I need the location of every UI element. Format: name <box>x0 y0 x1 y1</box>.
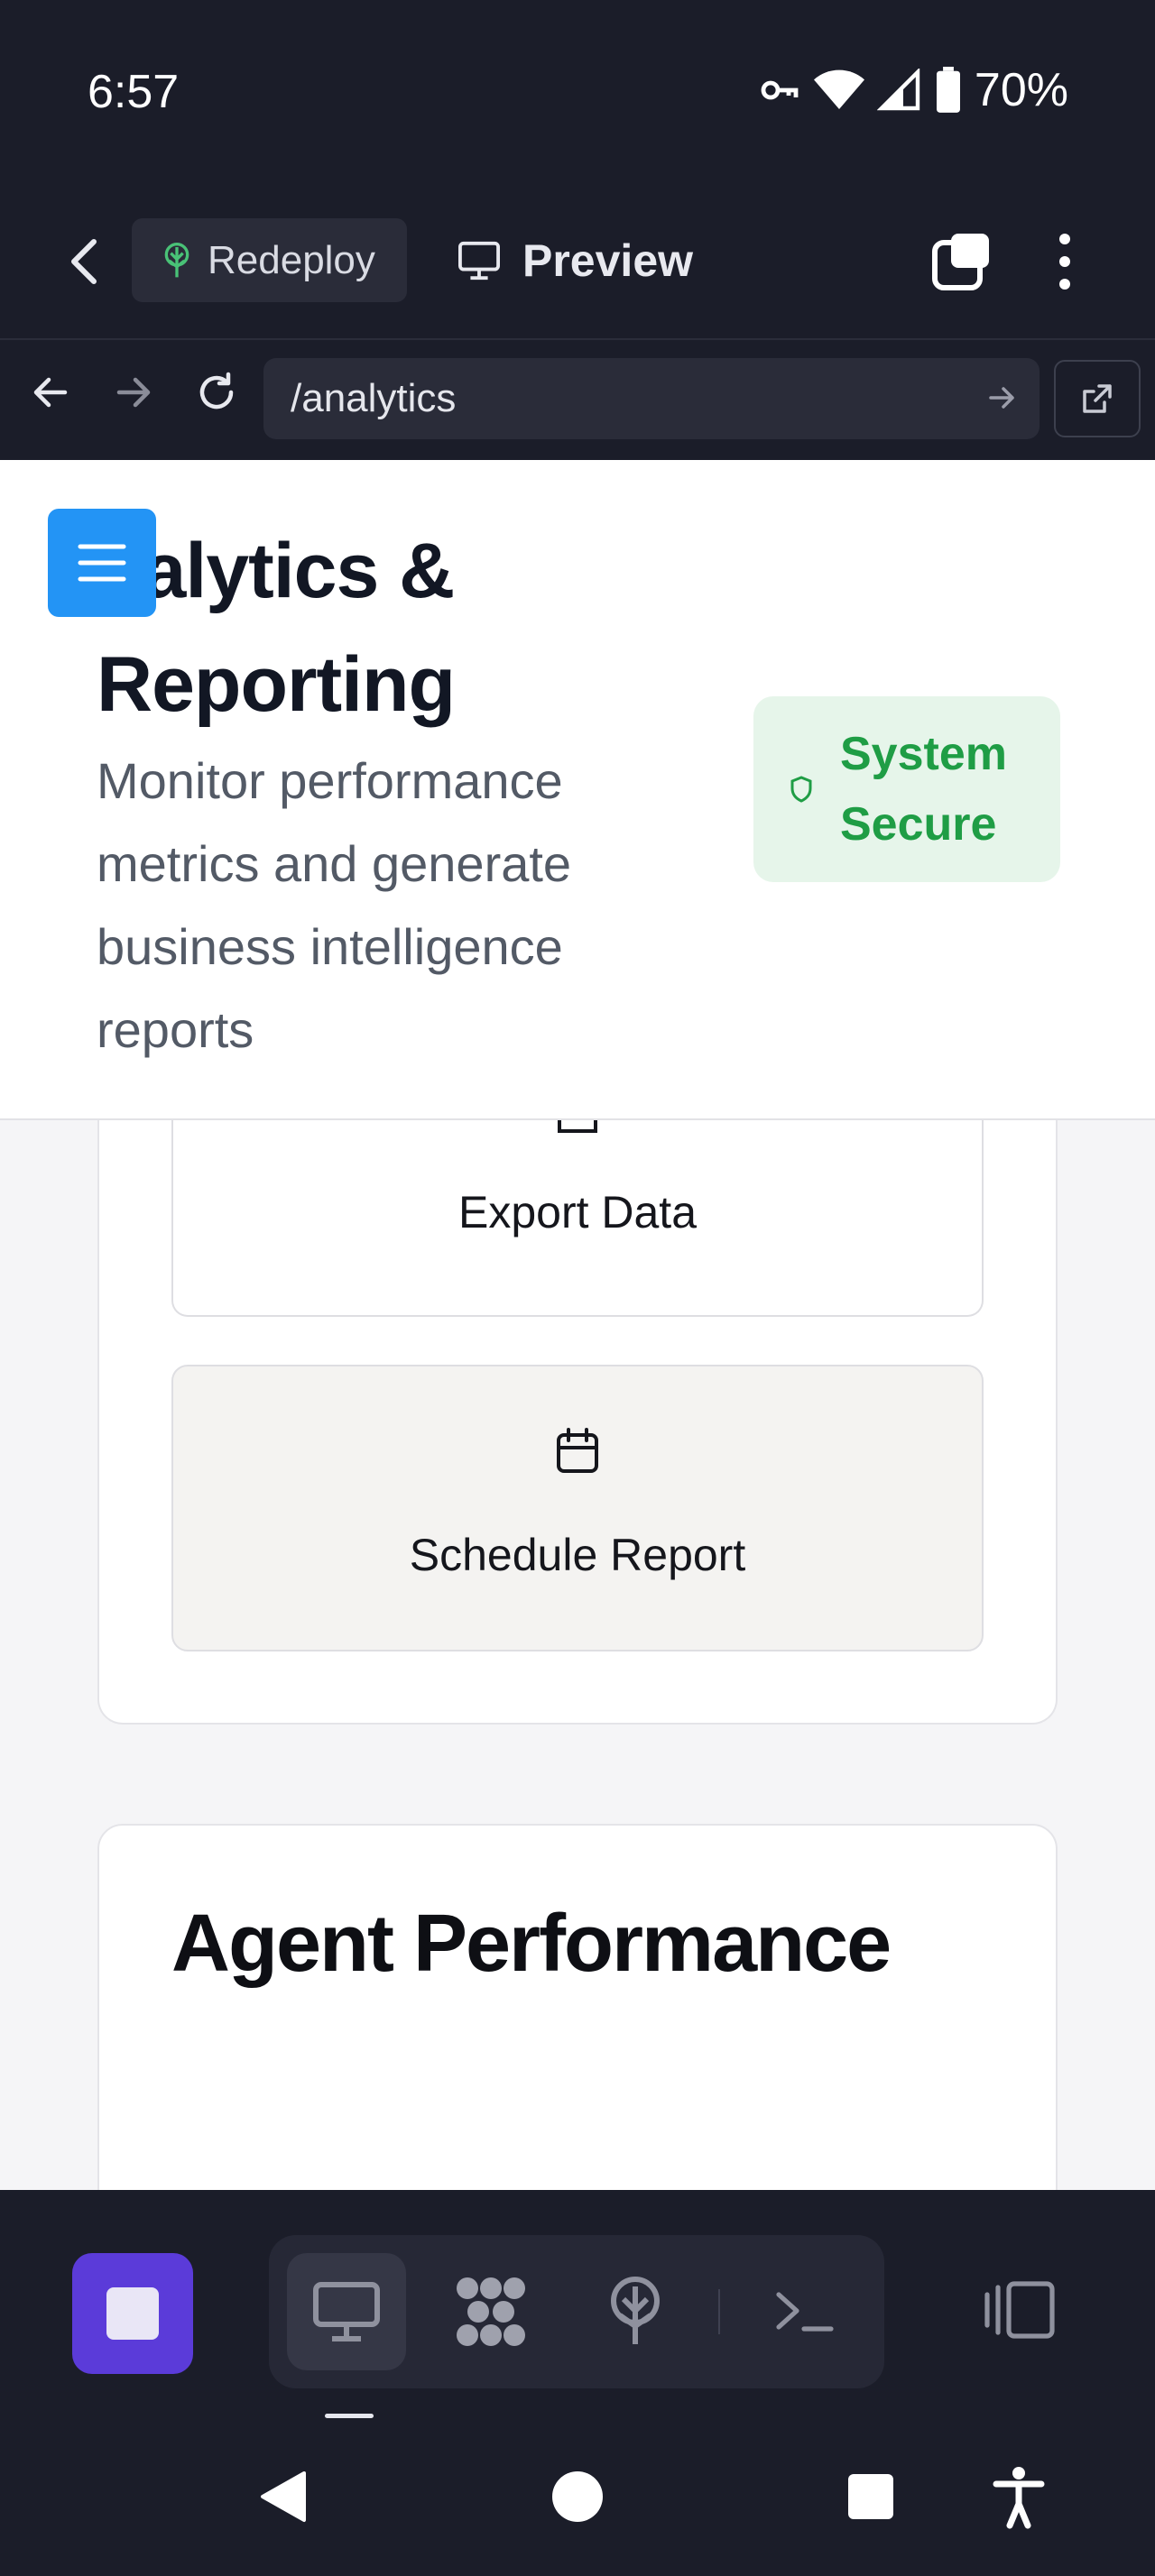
accessibility-button[interactable] <box>993 2466 1045 2534</box>
schedule-report-button[interactable]: Schedule Report <box>171 1365 984 1651</box>
stop-icon <box>106 2287 159 2340</box>
preview-tab[interactable]: Preview <box>456 218 693 302</box>
arrow-right-icon <box>116 377 151 408</box>
panel-toggle-button[interactable] <box>984 2280 1056 2344</box>
agents-view-button[interactable] <box>431 2253 550 2370</box>
status-bar: 6:57 70% <box>0 0 1155 185</box>
hamburger-menu-button[interactable] <box>48 509 156 617</box>
browser-back-button[interactable] <box>23 365 78 419</box>
deploy-tree-icon <box>611 2277 660 2344</box>
url-input[interactable]: /analytics <box>263 358 1040 439</box>
system-recents-button[interactable] <box>846 2470 895 2528</box>
tabs-icon <box>932 234 989 290</box>
preview-label: Preview <box>522 235 694 286</box>
go-arrow-icon[interactable] <box>982 378 1021 418</box>
browser-bar: /analytics <box>0 338 1155 460</box>
more-vertical-icon <box>1059 234 1070 290</box>
dock-separator <box>718 2289 720 2334</box>
system-back-button[interactable] <box>257 2470 308 2528</box>
vpn-key-icon <box>761 80 799 100</box>
external-link-icon <box>1083 384 1112 413</box>
shield-icon <box>790 776 812 803</box>
battery-icon <box>936 67 960 113</box>
system-navigation-bar <box>0 2424 1155 2576</box>
monitor-icon <box>458 241 500 280</box>
url-text: /analytics <box>291 376 457 420</box>
triangle-back-icon <box>261 2471 306 2522</box>
system-secure-badge: System Secure <box>753 696 1060 882</box>
page-header: nalytics & Reporting Monitor performance… <box>0 460 1155 1120</box>
terminal-view-button[interactable] <box>745 2253 864 2370</box>
bottom-dock <box>0 2190 1155 2424</box>
accessibility-icon <box>993 2467 1045 2529</box>
app-bar: Redeploy Preview <box>0 185 1155 338</box>
system-secure-label: System Secure <box>840 728 1007 851</box>
reload-icon <box>199 372 234 409</box>
browser-forward-button[interactable] <box>106 365 161 419</box>
wifi-icon <box>813 69 864 109</box>
more-options-button[interactable] <box>1047 230 1083 293</box>
system-home-button[interactable] <box>550 2470 605 2528</box>
open-external-button[interactable] <box>1054 360 1141 437</box>
export-data-label: Export Data <box>457 1187 697 1237</box>
page-title: nalytics & Reporting <box>97 528 456 728</box>
arrow-left-icon <box>33 377 68 408</box>
page-subtitle: Monitor performance metrics and generate… <box>97 752 572 1058</box>
view-switcher <box>269 2235 884 2388</box>
monitor-icon <box>313 2282 380 2341</box>
tabs-switcher-button[interactable] <box>929 230 993 293</box>
battery-percent: 70% <box>974 64 1068 116</box>
reload-button[interactable] <box>189 365 244 419</box>
terminal-icon <box>776 2292 834 2332</box>
status-icons: 70% <box>758 63 1068 117</box>
calendar-icon <box>557 1428 598 1473</box>
agent-performance-title: Agent Performance <box>171 1899 892 1989</box>
web-content: Export Data Schedule Report Agent Perfor… <box>0 460 1155 2190</box>
status-time: 6:57 <box>88 66 180 118</box>
stop-button[interactable] <box>72 2253 193 2374</box>
deploy-tree-icon <box>164 242 189 277</box>
redeploy-button[interactable]: Redeploy <box>132 218 407 302</box>
agent-performance-card: Agent Performance <box>97 1824 1058 2190</box>
network-nodes-icon <box>457 2277 525 2346</box>
redeploy-label: Redeploy <box>208 237 375 282</box>
square-recents-icon <box>848 2474 893 2519</box>
schedule-report-label: Schedule Report <box>409 1530 746 1580</box>
deploy-view-button[interactable] <box>576 2253 695 2370</box>
preview-view-button[interactable] <box>287 2253 406 2370</box>
chevron-left-icon <box>71 239 97 284</box>
back-button[interactable] <box>63 235 108 289</box>
panel-layout-icon <box>984 2281 1055 2339</box>
circle-home-icon <box>552 2471 603 2522</box>
menu-icon <box>78 544 126 582</box>
active-view-indicator <box>325 2414 374 2418</box>
signal-icon <box>876 69 920 111</box>
